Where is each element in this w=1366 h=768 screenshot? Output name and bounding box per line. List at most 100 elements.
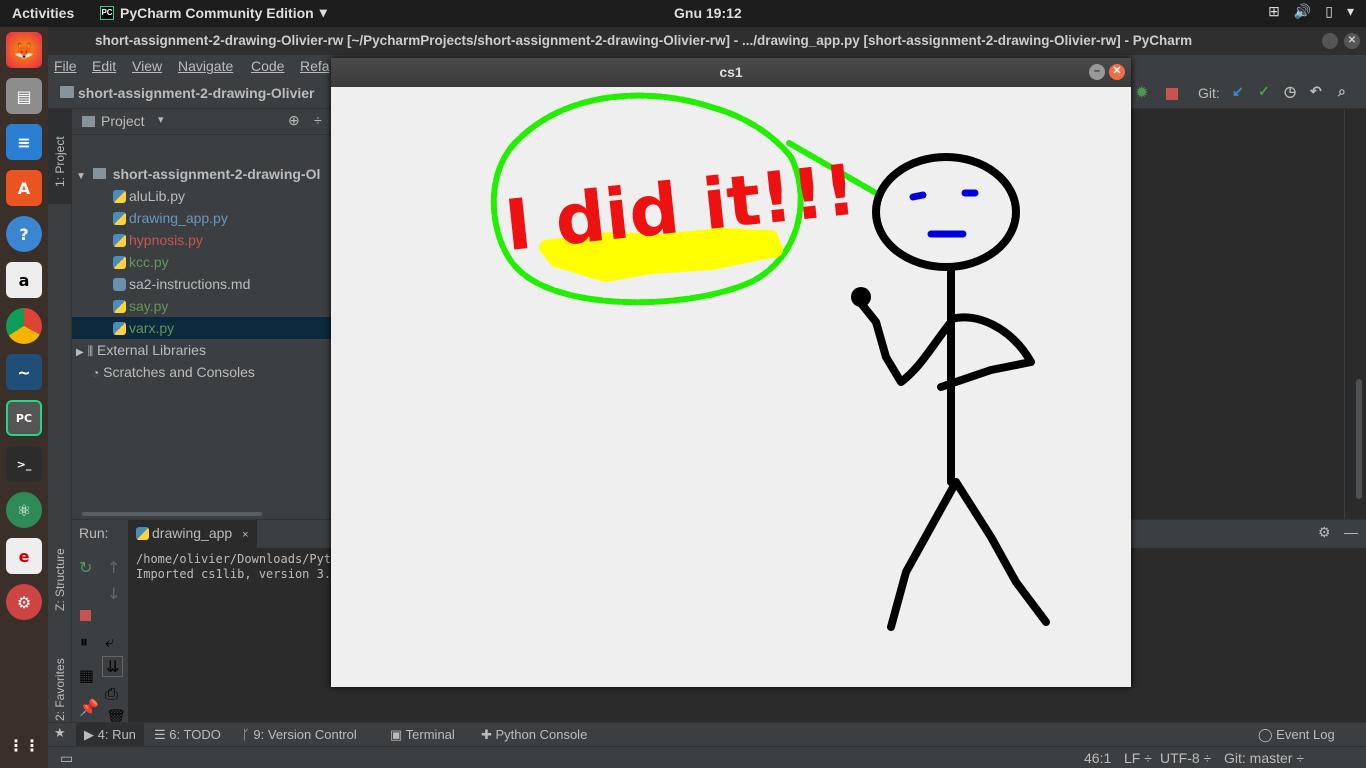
activities-button[interactable]: Activities	[12, 5, 74, 21]
debug-icon[interactable]: ✹	[1136, 84, 1148, 101]
evince-icon[interactable]: e	[6, 538, 42, 574]
python-file-icon	[113, 190, 126, 203]
menu-view[interactable]: View	[132, 58, 162, 74]
stop-icon[interactable]	[1166, 88, 1178, 100]
hide-icon[interactable]: —	[1344, 524, 1358, 540]
app-name: PyCharm Community Edition	[120, 4, 314, 21]
drawing-canvas[interactable]: I did it!!!	[331, 87, 1131, 687]
tree-external-libraries[interactable]: ▶ ⫼ External Libraries	[76, 339, 206, 361]
tree-file[interactable]: drawing_app.py	[72, 207, 332, 229]
horizontal-scrollbar[interactable]	[82, 512, 262, 516]
revert-icon[interactable]: ↶	[1310, 83, 1322, 100]
gear-icon[interactable]: ⚙	[1318, 524, 1331, 541]
chevron-down-icon[interactable]: ▼	[76, 171, 86, 182]
collapse-icon[interactable]: ÷	[314, 112, 322, 128]
files-icon[interactable]: ▤	[6, 78, 42, 114]
app-menu[interactable]: PC PyCharm Community Edition ▾	[100, 4, 327, 21]
minimize-button[interactable]: –	[1089, 64, 1105, 80]
git-commit-icon[interactable]: ✓	[1258, 83, 1270, 100]
cs1-title: cs1	[719, 64, 743, 80]
tree-file-label: kcc.py	[129, 254, 169, 270]
menu-navigate[interactable]: Navigate	[178, 58, 233, 74]
breadcrumb-project[interactable]: short-assignment-2-drawing-Olivier	[78, 85, 314, 101]
tab-event-log[interactable]: ◯ Event Log	[1258, 727, 1335, 743]
chevron-right-icon[interactable]: ▶	[76, 347, 84, 358]
down-icon[interactable]: ↓	[107, 584, 120, 603]
tree-file[interactable]: sa2-instructions.md	[72, 273, 332, 295]
markdown-file-icon	[113, 278, 126, 291]
tab-structure[interactable]: Z: Structure	[53, 548, 67, 611]
tool-windows-icon[interactable]: ▭	[60, 750, 73, 767]
pycharm-icon[interactable]: PC	[6, 400, 42, 436]
tab-terminal-label: Terminal	[405, 727, 455, 742]
stick-figure	[852, 153, 1050, 631]
tree-file[interactable]: aluLib.py	[72, 185, 332, 207]
software-icon[interactable]: A	[6, 170, 42, 206]
tree-scratches[interactable]: ◔ Scratches and Consoles	[92, 361, 255, 383]
firefox-icon[interactable]: 🦊	[6, 32, 42, 68]
mysql-workbench-icon[interactable]: ~	[6, 354, 42, 390]
network-icon[interactable]: ⊞	[1268, 3, 1280, 20]
tab-run[interactable]: ▶ 4: Run	[76, 723, 144, 747]
cs1-window: cs1 – ✕ I did it!!!	[331, 58, 1131, 687]
tab-favorites[interactable]: 2: Favorites	[53, 658, 67, 721]
menu-file[interactable]: File	[54, 58, 77, 74]
history-icon[interactable]: ◷	[1284, 83, 1296, 100]
run-tab[interactable]: drawing_app ×	[128, 520, 257, 548]
battery-icon[interactable]: ▯	[1325, 3, 1333, 20]
tab-version-control[interactable]: ᚴ 9: Version Control	[242, 727, 357, 742]
tab-project-label[interactable]: 1: Project	[53, 136, 67, 187]
git-branch[interactable]: Git: master ÷	[1224, 750, 1304, 766]
gear-icon[interactable]: ⊕	[288, 112, 300, 129]
writer-icon[interactable]: ≡	[6, 124, 42, 160]
vertical-scrollbar[interactable]	[1356, 379, 1362, 499]
tab-terminal[interactable]: ▣ Terminal	[390, 727, 455, 743]
menu-code[interactable]: Code	[251, 58, 284, 74]
layout-icon[interactable]: ▦	[79, 666, 94, 685]
help-icon[interactable]: ?	[6, 216, 42, 252]
caret-position[interactable]: 46:1	[1084, 750, 1111, 766]
close-button[interactable]: ✕	[1109, 64, 1125, 80]
up-icon[interactable]: ↑	[107, 558, 120, 577]
pause-icon[interactable]: ⏸	[80, 632, 88, 652]
chrome-icon[interactable]	[6, 308, 42, 344]
scroll-to-end-icon[interactable]: ⇊	[102, 656, 124, 677]
console-output[interactable]: /home/olivier/Downloads/Pyt Imported cs1l…	[136, 552, 331, 582]
settings-icon[interactable]: ⚙	[6, 584, 42, 620]
amazon-icon[interactable]: a	[6, 262, 42, 298]
project-view-selector[interactable]: Project	[101, 113, 145, 129]
git-update-icon[interactable]: ↙	[1232, 83, 1244, 100]
tree-file[interactable]: varx.py	[72, 317, 332, 339]
system-tray[interactable]: ⊞ 🔊 ▯ ▾	[1268, 3, 1354, 20]
print-icon[interactable]: ⎙	[105, 684, 118, 704]
tree-root[interactable]: ▼ short-assignment-2-drawing-Ol	[76, 163, 320, 185]
menu-refactor[interactable]: Refa	[300, 58, 330, 74]
clock[interactable]: Gnu 19:12	[674, 5, 742, 21]
search-icon[interactable]: ⌕	[1338, 83, 1346, 100]
chevron-down-icon[interactable]: ▾	[1347, 3, 1354, 20]
line-separator[interactable]: LF ÷	[1124, 750, 1152, 766]
chevron-down-icon[interactable]: ▾	[158, 113, 164, 126]
minimize-button[interactable]	[1322, 33, 1338, 49]
atom-icon[interactable]: ⚛	[6, 492, 42, 528]
tree-file[interactable]: kcc.py	[72, 251, 332, 273]
file-encoding[interactable]: UTF-8 ÷	[1160, 750, 1211, 766]
python-file-icon	[113, 234, 126, 247]
soft-wrap-icon[interactable]: ⤶	[105, 632, 114, 652]
close-button[interactable]: ✕	[1344, 33, 1360, 49]
title-bar: short-assignment-2-drawing-Olivier-rw [~…	[48, 27, 1366, 55]
rerun-icon[interactable]: ↻	[79, 558, 92, 577]
close-icon[interactable]: ×	[242, 529, 248, 541]
menu-edit[interactable]: Edit	[92, 58, 116, 74]
stop-icon[interactable]	[80, 610, 91, 621]
terminal-icon[interactable]: >_	[6, 446, 42, 482]
tree-file[interactable]: say.py	[72, 295, 332, 317]
folder-icon	[82, 116, 95, 127]
tab-todo[interactable]: ☰ 6: TODO	[154, 727, 221, 743]
tree-file[interactable]: hypnosis.py	[72, 229, 332, 251]
tab-python-console[interactable]: ✚ Python Console	[481, 727, 587, 743]
pin-icon[interactable]: 📌	[79, 698, 99, 717]
volume-icon[interactable]: 🔊	[1294, 3, 1311, 20]
figure-face	[909, 189, 979, 238]
app-grid-icon[interactable]: ⋮⋮	[6, 727, 42, 763]
